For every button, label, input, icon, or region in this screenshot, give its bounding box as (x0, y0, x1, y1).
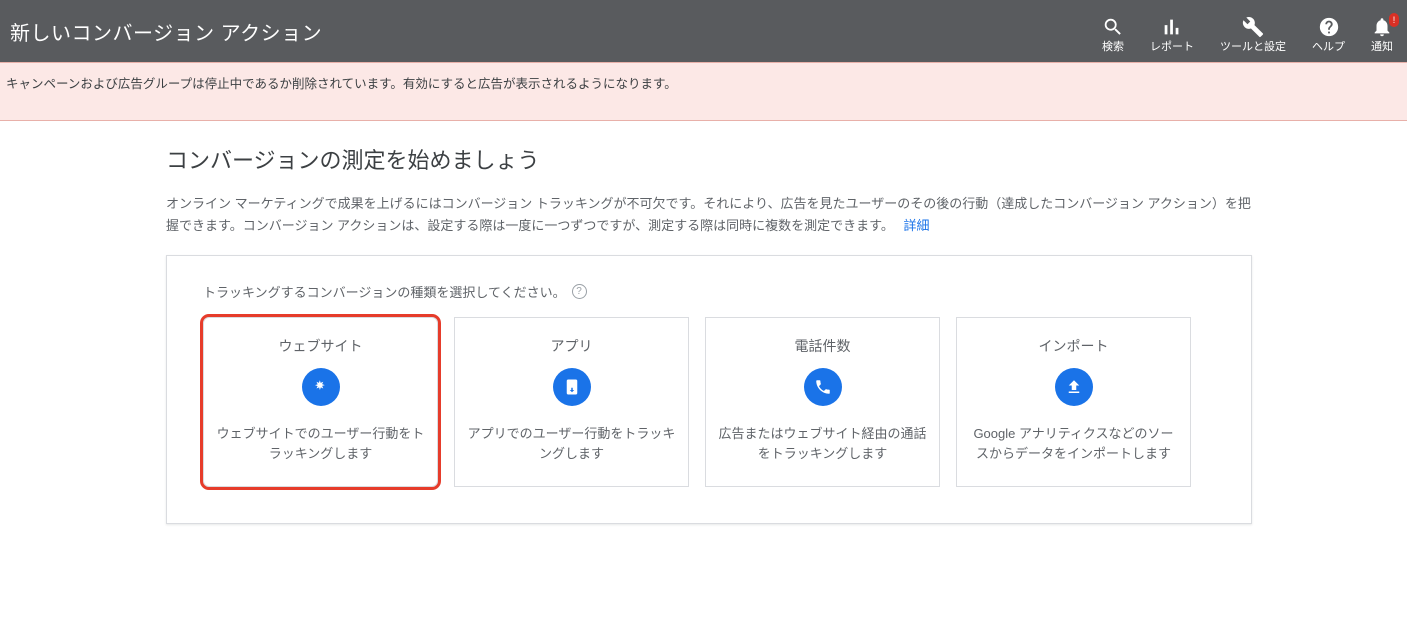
card-import-desc: Google アナリティクスなどのソースからデータをインポートします (969, 424, 1178, 463)
nav-search[interactable]: 検索 (1102, 16, 1124, 54)
help-icon (1318, 16, 1340, 38)
nav-search-label: 検索 (1102, 41, 1124, 54)
page-heading: コンバージョンの測定を始めましょう (166, 143, 1255, 175)
select-prompt-text: トラッキングするコンバージョンの種類を選択してください。 (203, 282, 566, 301)
main-content: コンバージョンの測定を始めましょう オンライン マーケティングで成果を上げるには… (0, 121, 1255, 524)
card-import[interactable]: インポート Google アナリティクスなどのソースからデータをインポートします (956, 317, 1191, 487)
nav-tools-label: ツールと設定 (1220, 41, 1286, 54)
learn-more-link[interactable]: 詳細 (903, 218, 929, 233)
card-phone[interactable]: 電話件数 広告またはウェブサイト経由の通話をトラッキングします (705, 317, 940, 487)
card-app[interactable]: アプリ アプリでのユーザー行動をトラッキングします (454, 317, 689, 487)
nav-help[interactable]: ヘルプ (1312, 16, 1345, 54)
cursor-click-icon (302, 368, 340, 406)
card-website[interactable]: ウェブサイト ウェブサイトでのユーザー行動をトラッキングします (203, 317, 438, 487)
nav-reports[interactable]: レポート (1150, 16, 1194, 54)
card-app-title: アプリ (551, 336, 593, 356)
help-tooltip-icon[interactable]: ? (572, 284, 587, 299)
conversion-type-panel: トラッキングするコンバージョンの種類を選択してください。 ? ウェブサイト ウェ… (166, 255, 1252, 524)
top-nav: 検索 レポート ツールと設定 ヘルプ ! 通知 (1102, 8, 1393, 54)
search-icon (1102, 16, 1124, 38)
phone-icon (804, 368, 842, 406)
chart-icon (1161, 16, 1183, 38)
card-app-desc: アプリでのユーザー行動をトラッキングします (467, 424, 676, 463)
card-phone-title: 電話件数 (795, 336, 851, 356)
nav-notifications[interactable]: ! 通知 (1371, 16, 1393, 54)
nav-reports-label: レポート (1150, 41, 1194, 54)
nav-notifications-label: 通知 (1371, 41, 1393, 54)
card-import-title: インポート (1039, 336, 1109, 356)
upload-icon (1055, 368, 1093, 406)
page-description: オンライン マーケティングで成果を上げるにはコンバージョン トラッキングが不可欠… (166, 193, 1255, 237)
card-phone-desc: 広告またはウェブサイト経由の通話をトラッキングします (718, 424, 927, 463)
nav-tools[interactable]: ツールと設定 (1220, 16, 1286, 54)
warning-banner: キャンペーンおよび広告グループは停止中であるか削除されています。有効にすると広告… (0, 62, 1407, 121)
card-website-desc: ウェブサイトでのユーザー行動をトラッキングします (216, 424, 425, 463)
card-website-title: ウェブサイト (279, 336, 363, 356)
notification-badge: ! (1389, 13, 1399, 27)
select-prompt: トラッキングするコンバージョンの種類を選択してください。 ? (203, 282, 1215, 301)
app-install-icon (553, 368, 591, 406)
warning-text: キャンペーンおよび広告グループは停止中であるか削除されています。有効にすると広告… (6, 77, 677, 91)
top-bar: 新しいコンバージョン アクション 検索 レポート ツールと設定 ヘルプ ! 通知 (0, 0, 1407, 62)
page-description-text: オンライン マーケティングで成果を上げるにはコンバージョン トラッキングが不可欠… (166, 196, 1251, 233)
nav-help-label: ヘルプ (1312, 41, 1345, 54)
cards-row: ウェブサイト ウェブサイトでのユーザー行動をトラッキングします アプリ アプリで… (203, 317, 1215, 487)
wrench-icon (1242, 16, 1264, 38)
page-title: 新しいコンバージョン アクション (10, 17, 322, 46)
